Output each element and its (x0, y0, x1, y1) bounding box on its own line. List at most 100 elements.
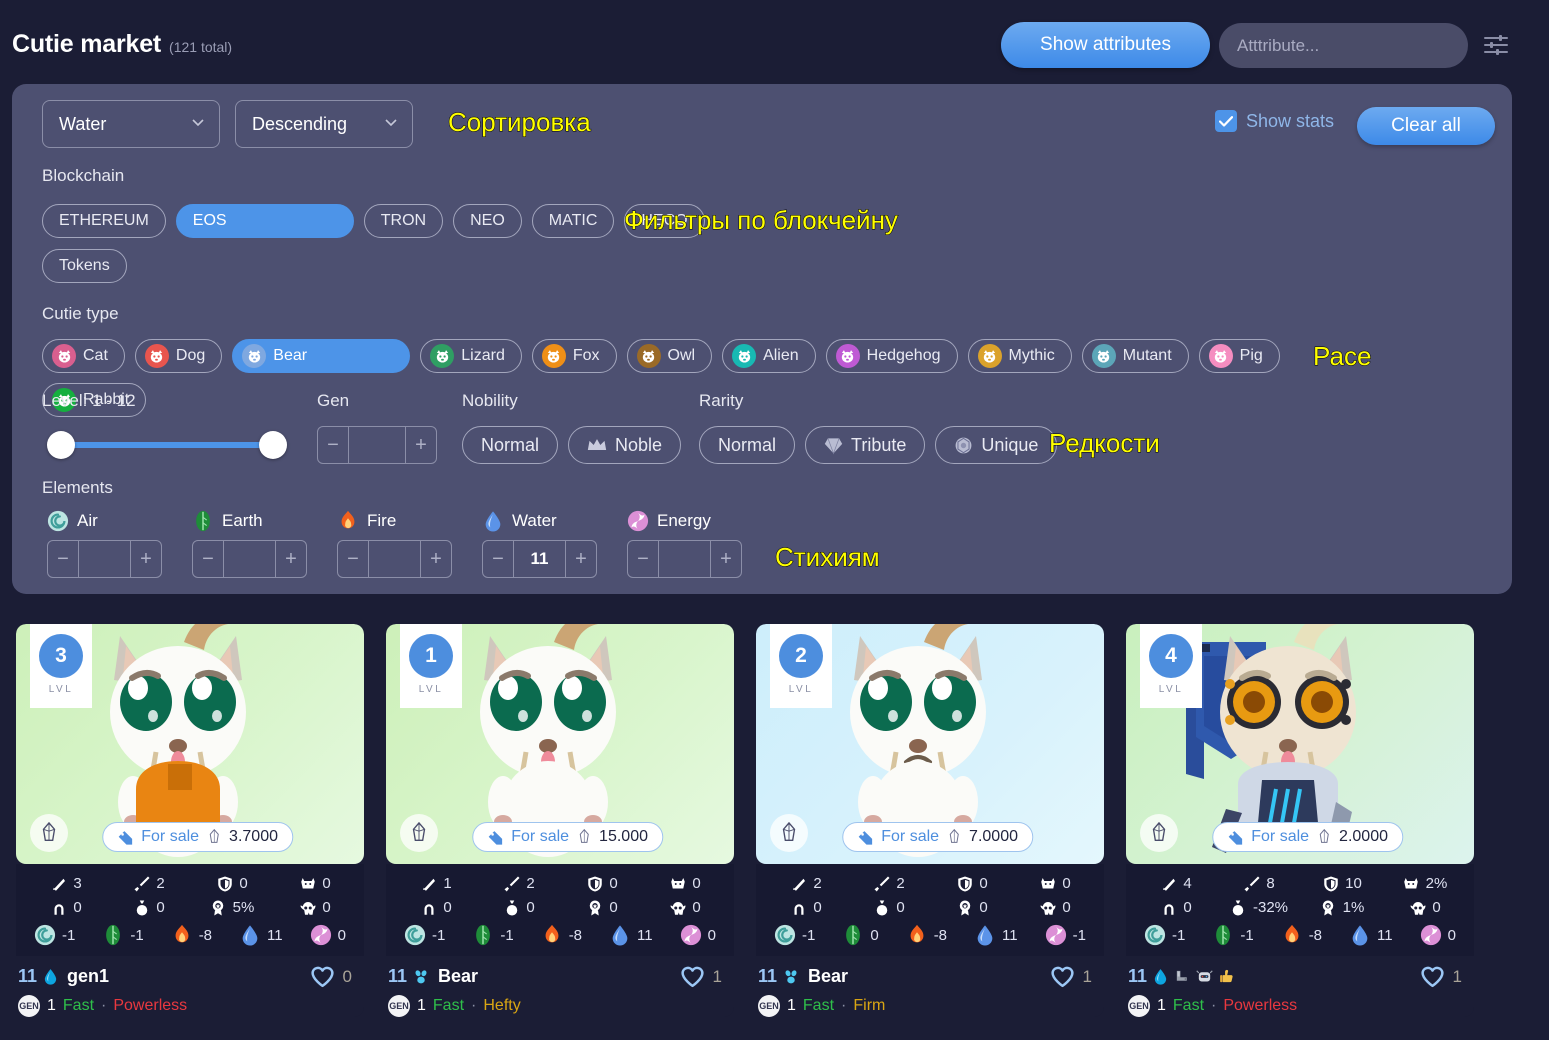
chip-alien[interactable]: Alien (722, 339, 816, 373)
chip-hedgehog[interactable]: Hedgehog (825, 339, 958, 373)
gen-stepper[interactable]: − + (317, 426, 437, 464)
cutie-card[interactable]: 2 LVL For sale 7.0000 2 2 0 0 0 0 0 0 -1 0 -8 11 -1 11 Bea… (756, 624, 1104, 1017)
slider-knob-max[interactable] (259, 431, 287, 459)
show-stats-checkbox[interactable] (1214, 110, 1237, 132)
level-badge: 4 LVL (1140, 624, 1202, 708)
element-value[interactable] (368, 541, 421, 577)
decrement-button[interactable]: − (338, 541, 368, 577)
clear-all-button[interactable]: Clear all (1357, 107, 1495, 145)
chip-lizard[interactable]: Lizard (420, 339, 522, 373)
level-label: LVL (48, 684, 74, 695)
for-sale-pill[interactable]: For sale 3.7000 (102, 822, 293, 852)
card-element: 11 (974, 924, 1018, 946)
card-element: -1 (774, 924, 815, 946)
chip-neo[interactable]: NEO (453, 204, 522, 238)
chip-mythic[interactable]: Mythic (967, 339, 1072, 373)
for-sale-pill[interactable]: For sale 7.0000 (842, 822, 1033, 852)
trait-primary: Fast (62, 997, 95, 1014)
cutie-card[interactable]: 4 LVL For sale 2.0000 4 8 10 2% 0 -32% 1% 0 -1 -1 -8 11… (1126, 624, 1474, 1017)
chip-rarity-unique[interactable]: Unique (935, 426, 1058, 464)
chip-dog[interactable]: Dog (134, 339, 223, 373)
element-stepper-fire[interactable]: − + (337, 540, 452, 578)
sort-field-select[interactable]: Water (42, 100, 220, 148)
chip-tokens[interactable]: Tokens (42, 249, 127, 283)
for-sale-pill[interactable]: For sale 2.0000 (1212, 822, 1403, 852)
power-value: 11 (1128, 966, 1148, 986)
stat-cell: 0 (273, 898, 356, 917)
chip-nobility-normal[interactable]: Normal (462, 426, 559, 464)
chip-cat[interactable]: Cat (42, 339, 125, 373)
like-control[interactable]: 0 (310, 965, 362, 988)
eos-icon (412, 822, 426, 842)
show-stats-toggle[interactable]: Show stats (1214, 110, 1334, 132)
chip-ethereum[interactable]: ETHEREUM (42, 204, 166, 238)
water-icon (612, 925, 628, 946)
level-range-slider[interactable] (47, 430, 287, 460)
chip-eos[interactable]: EOS (175, 204, 354, 238)
element-stepper-earth[interactable]: − + (192, 540, 307, 578)
increment-button[interactable]: + (421, 541, 451, 577)
moneybag-icon (872, 898, 891, 917)
cutie-image[interactable]: 1 LVL For sale 15.000 (386, 624, 734, 864)
cutie-card[interactable]: 1 LVL For sale 15.000 1 2 0 0 0 0 0 0 -1 -1 -8 11 0 11 Bea… (386, 624, 734, 1017)
gen-value[interactable] (348, 427, 406, 463)
banner-icon (419, 874, 438, 893)
like-control[interactable]: 1 (1420, 965, 1472, 988)
level-badge: 1 LVL (400, 624, 462, 708)
slider-knob-min[interactable] (47, 431, 75, 459)
chip-owl[interactable]: Owl (626, 339, 713, 373)
card-element-value: -1 (1072, 926, 1086, 944)
skull-icon (1040, 901, 1056, 915)
sliders-icon[interactable] (1483, 34, 1509, 56)
chip-tron[interactable]: TRON (363, 204, 444, 238)
chip-bear[interactable]: Bear (232, 339, 411, 373)
decrement-button[interactable]: − (193, 541, 223, 577)
cutie-card[interactable]: 3 LVL For sale 3.7000 3 2 0 0 0 0 5% 0 -1 -1 -8 11 0 11 ge… (16, 624, 364, 1017)
card-element-value: 11 (637, 926, 653, 944)
show-attributes-button[interactable]: Show attributes (1001, 22, 1210, 68)
energy-icon (680, 924, 701, 946)
chip-rarity-normal[interactable]: Normal (699, 426, 796, 464)
stat-cell: 0 (847, 898, 930, 917)
card-identity: 11 (1128, 966, 1235, 987)
element-value[interactable] (658, 541, 711, 577)
gen-decrement-button[interactable]: − (318, 427, 348, 463)
element-header: Air (47, 510, 162, 532)
increment-button[interactable]: + (566, 541, 596, 577)
element-stepper-water[interactable]: −11 + (482, 540, 597, 578)
chip-pig[interactable]: Pig (1198, 339, 1280, 373)
element-value[interactable] (78, 541, 131, 577)
banner-icon (422, 878, 435, 891)
element-value[interactable] (223, 541, 276, 577)
chip-mutant[interactable]: Mutant (1081, 339, 1189, 373)
like-control[interactable]: 1 (680, 965, 732, 988)
increment-button[interactable]: + (131, 541, 161, 577)
increment-button[interactable]: + (711, 541, 741, 577)
cutie-name: Bear (438, 966, 479, 986)
decrement-button[interactable]: − (483, 541, 513, 577)
stat-value: 5% (232, 899, 255, 916)
element-header: Water (482, 510, 597, 532)
chip-rarity-tribute[interactable]: Tribute (805, 426, 926, 464)
chip-fox[interactable]: Fox (531, 339, 617, 373)
for-sale-pill[interactable]: For sale 15.000 (472, 822, 663, 852)
element-stepper-air[interactable]: − + (47, 540, 162, 578)
increment-button[interactable]: + (276, 541, 306, 577)
cutie-image[interactable]: 3 LVL For sale 3.7000 (16, 624, 364, 864)
cutie-image[interactable]: 2 LVL For sale 7.0000 (756, 624, 1104, 864)
stat-grid: 1 2 0 0 0 0 0 0 (394, 874, 726, 917)
element-value[interactable]: 11 (513, 541, 566, 577)
beast-icon (298, 874, 317, 893)
chip-nobility-noble[interactable]: Noble (568, 426, 682, 464)
chip-matic[interactable]: MATIC (531, 204, 615, 238)
card-element-value: -1 (802, 926, 816, 944)
decrement-button[interactable]: − (48, 541, 78, 577)
heart-icon (1420, 966, 1444, 988)
attribute-search-input[interactable] (1219, 23, 1468, 68)
decrement-button[interactable]: − (628, 541, 658, 577)
like-control[interactable]: 1 (1050, 965, 1102, 988)
cutie-image[interactable]: 4 LVL For sale 2.0000 (1126, 624, 1474, 864)
element-stepper-energy[interactable]: − + (627, 540, 742, 578)
sort-direction-select[interactable]: Descending (235, 100, 413, 148)
gen-increment-button[interactable]: + (406, 427, 436, 463)
